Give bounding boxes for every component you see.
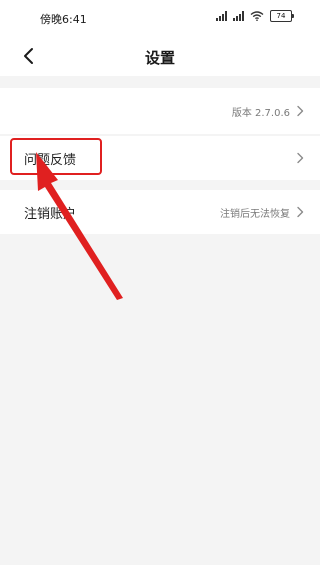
- version-value: 版本 2.7.0.6: [231, 107, 290, 119]
- version-row[interactable]: 版本 2.7.0.6: [0, 88, 320, 134]
- annotation-arrow: [36, 152, 123, 300]
- cancel-account-value: 注销后无法恢复: [220, 208, 290, 220]
- signal-icon-2: [233, 11, 244, 21]
- highlight-box: [10, 138, 102, 175]
- chevron-right-icon: [297, 105, 304, 117]
- cancel-account-row[interactable]: 注销账户 注销后无法恢复: [0, 190, 320, 234]
- wifi-icon: [250, 11, 264, 21]
- status-time: 傍晚6:41: [40, 13, 87, 26]
- signal-icon: [216, 11, 227, 21]
- page-title: 设置: [144, 49, 175, 67]
- chevron-right-icon: [297, 206, 304, 218]
- status-icons: 74: [216, 10, 294, 22]
- chevron-right-icon: [297, 152, 304, 164]
- cancel-account-label: 注销账户: [24, 206, 77, 222]
- status-bar: 傍晚6:41 74: [0, 0, 320, 36]
- battery-icon: 74: [270, 10, 294, 22]
- header-bar: 设置: [0, 36, 320, 76]
